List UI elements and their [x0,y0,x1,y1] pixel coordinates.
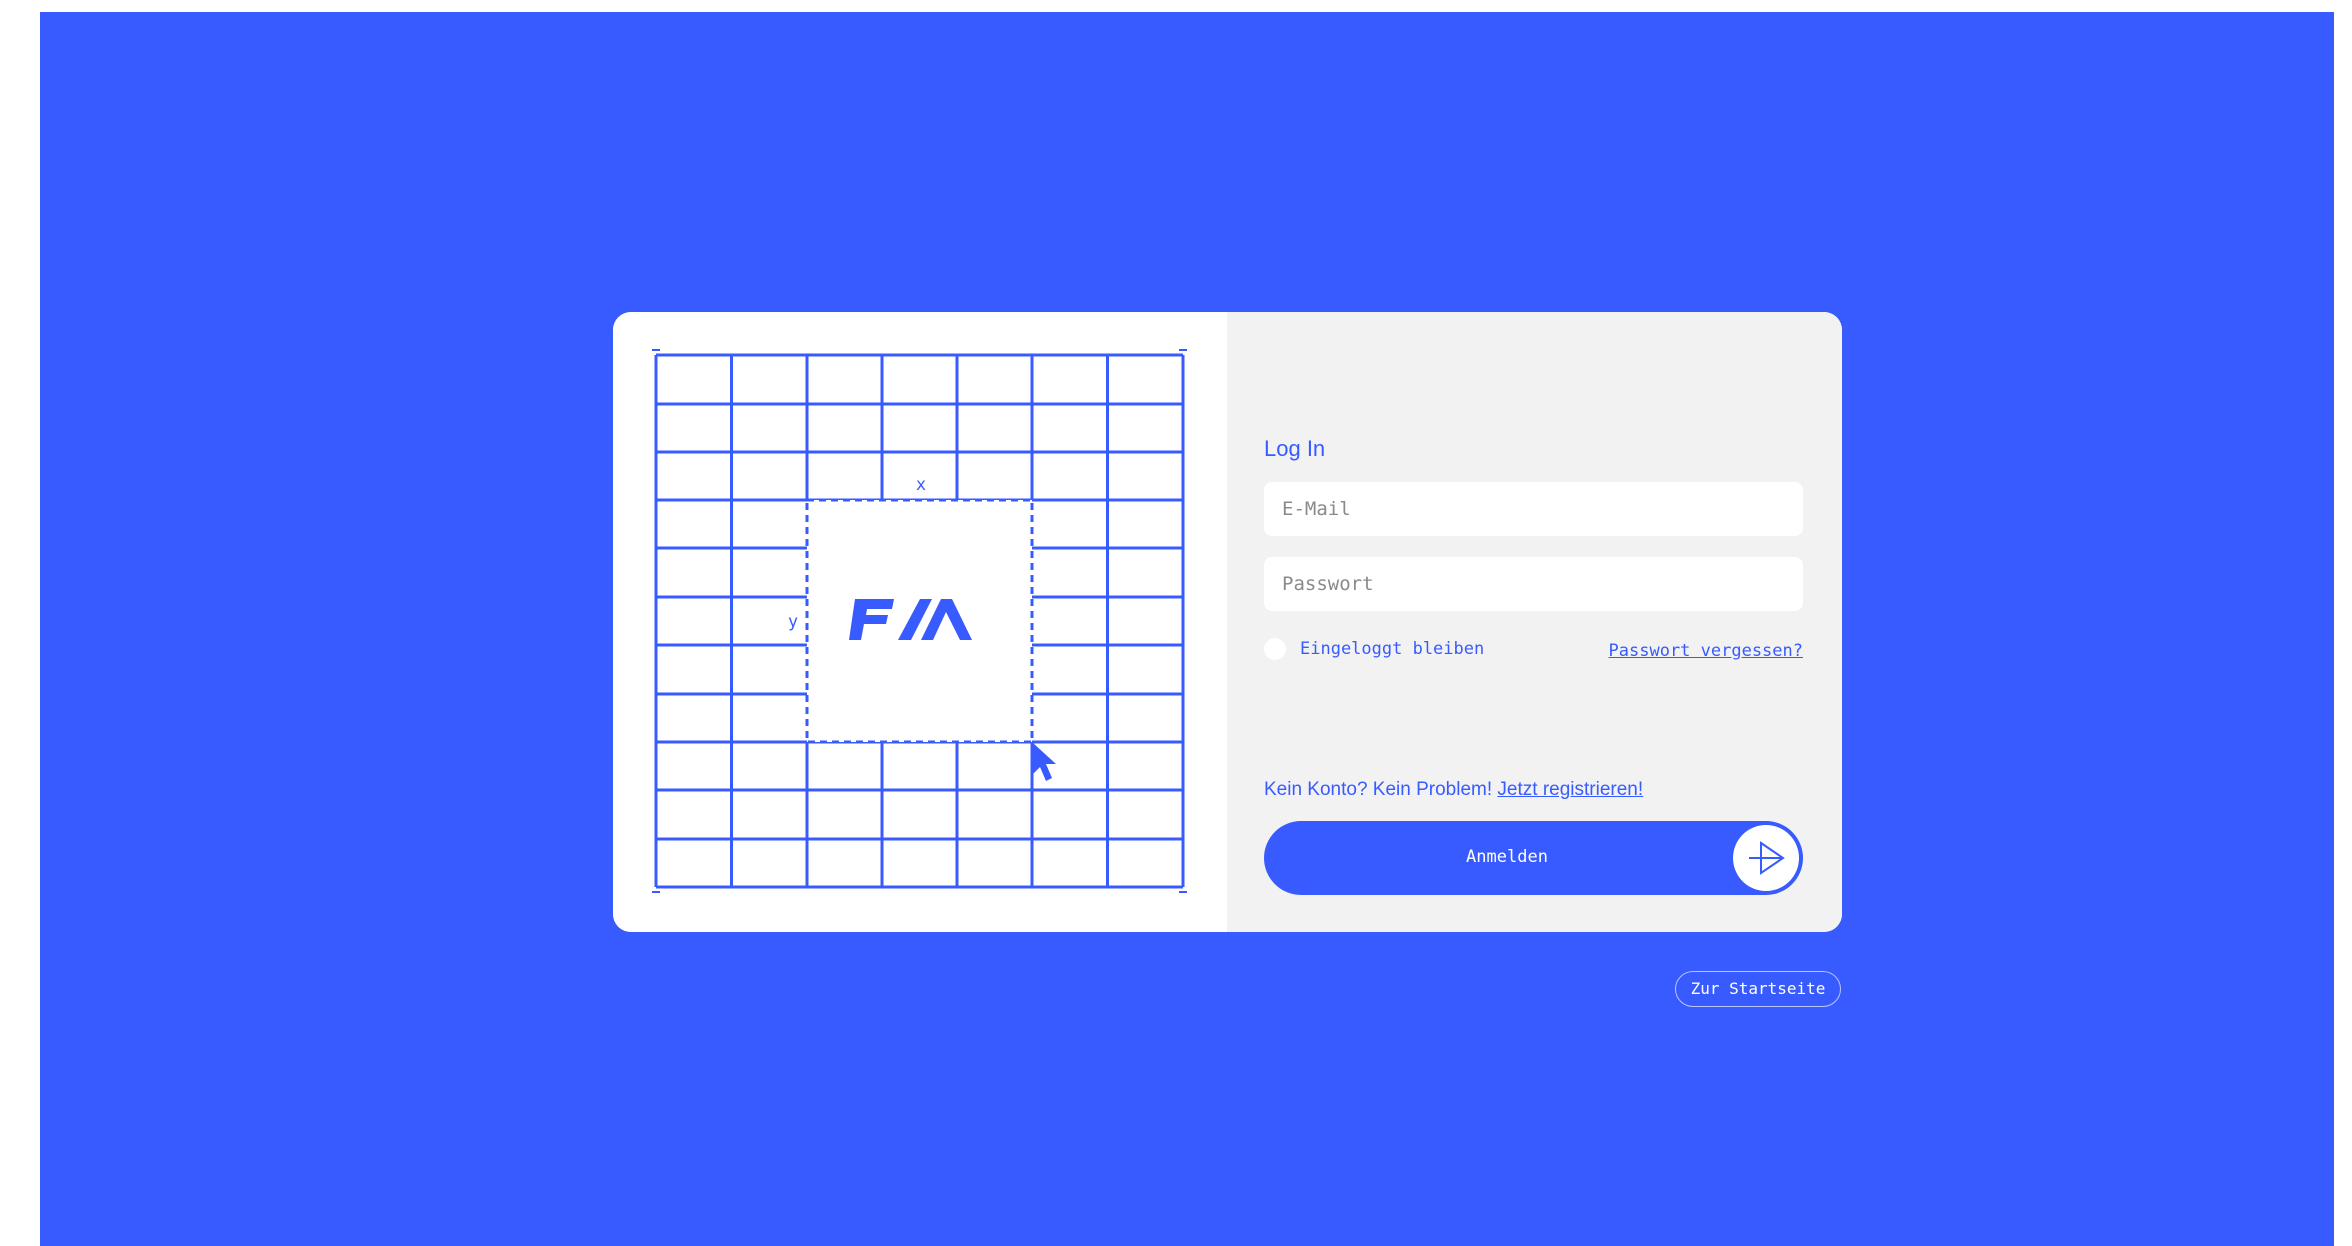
remember-me-label: Eingeloggt bleiben [1300,639,1485,659]
forgot-password-link[interactable]: Passwort vergessen? [1609,641,1803,661]
register-line: Kein Konto? Kein Problem! Jetzt registri… [1264,779,1643,801]
register-prompt: Kein Konto? Kein Problem! [1264,779,1493,800]
mouse-pointer-icon [1033,743,1056,781]
login-panel: Log In Eingeloggt bleiben Passwort verge… [1227,312,1842,932]
email-field[interactable] [1264,482,1803,536]
grid-illustration: x y [613,312,1227,932]
home-button[interactable]: Zur Startseite [1675,971,1841,1007]
login-title: Log In [1264,436,1326,461]
remember-me-toggle[interactable]: Eingeloggt bleiben [1264,638,1484,660]
login-button-label: Anmelden [1466,847,1548,867]
register-link[interactable]: Jetzt registrieren! [1497,779,1643,800]
axis-y-label: y [788,612,798,632]
grid-svg: x y [652,349,1187,893]
arrow-right-icon [1733,825,1799,891]
login-button[interactable]: Anmelden [1264,821,1803,895]
password-field[interactable] [1264,557,1803,611]
login-card: x y Log In Eingeloggt bleiben Passwort v… [613,312,1842,932]
background: x y Log In Eingeloggt bleiben Passwort v… [40,12,2334,1246]
axis-x-label: x [916,475,926,495]
remember-me-checkbox[interactable] [1264,638,1286,660]
